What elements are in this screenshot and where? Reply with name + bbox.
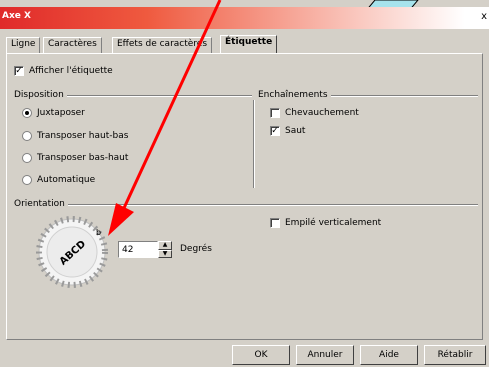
stacked-checkbox-row[interactable]: Empilé verticalement [270,218,381,228]
radio-automatique-button[interactable] [22,175,32,185]
stacked-checkbox[interactable] [270,218,280,228]
radio-transposer-bas-haut-button[interactable] [22,153,32,163]
radio-transposer-haut-bas[interactable]: Transposer haut-bas [22,131,128,141]
disposition-title: Disposition [14,90,67,100]
chevauchement-checkbox-row[interactable]: Chevauchement [270,108,359,118]
orientation-title: Orientation [14,199,68,209]
radio-automatique-label: Automatique [37,175,96,185]
radio-transposer-haut-bas-button[interactable] [22,131,32,141]
degrees-spinner[interactable]: ▲ ▼ [118,241,172,258]
dialog-window: Axe X x Ligne Caractères Effets de carac… [0,0,489,367]
show-label-text: Afficher l'étiquette [29,66,113,76]
spin-up-button[interactable]: ▲ [158,241,172,250]
title-bar: Axe X x [0,7,489,29]
help-button[interactable]: Aide [360,345,418,365]
chevauchement-checkbox[interactable] [270,108,280,118]
radio-automatique[interactable]: Automatique [22,175,95,185]
saut-checkbox[interactable]: ✓ [270,126,280,136]
enchainements-title: Enchaînements [258,90,331,100]
dial-marker: b [96,228,101,237]
radio-juxtaposer-button[interactable] [22,108,32,118]
ok-button[interactable]: OK [232,345,290,365]
spin-down-button[interactable]: ▼ [158,249,172,258]
show-label-checkbox-row[interactable]: ✓ Afficher l'étiquette [14,66,113,76]
radio-juxtaposer[interactable]: Juxtaposer [22,108,85,118]
stacked-label: Empilé verticalement [285,218,382,228]
degrees-label: Degrés [180,244,212,254]
show-label-checkbox[interactable]: ✓ [14,66,24,76]
degrees-input[interactable] [118,241,158,258]
saut-label: Saut [285,126,306,136]
vertical-separator [253,100,255,188]
cancel-button[interactable]: Annuler [296,345,354,365]
radio-juxtaposer-label: Juxtaposer [37,108,85,118]
chevauchement-label: Chevauchement [285,108,359,118]
radio-transposer-haut-bas-label: Transposer haut-bas [37,131,129,141]
tab-etiquette[interactable]: Étiquette [220,35,278,54]
tab-effets-caracteres[interactable]: Effets de caractères [112,37,213,53]
close-button[interactable]: x [481,11,487,22]
radio-transposer-bas-haut-label: Transposer bas-haut [37,153,129,163]
orientation-separator [14,204,478,206]
radio-transposer-bas-haut[interactable]: Transposer bas-haut [22,153,128,163]
reset-button[interactable]: Rétablir [424,345,486,365]
saut-checkbox-row[interactable]: ✓ Saut [270,126,305,136]
tab-ligne[interactable]: Ligne [6,37,41,53]
window-title: Axe X [2,11,31,21]
orientation-dial[interactable]: ABCD b [30,213,114,291]
tab-caracteres[interactable]: Caractères [43,37,102,53]
